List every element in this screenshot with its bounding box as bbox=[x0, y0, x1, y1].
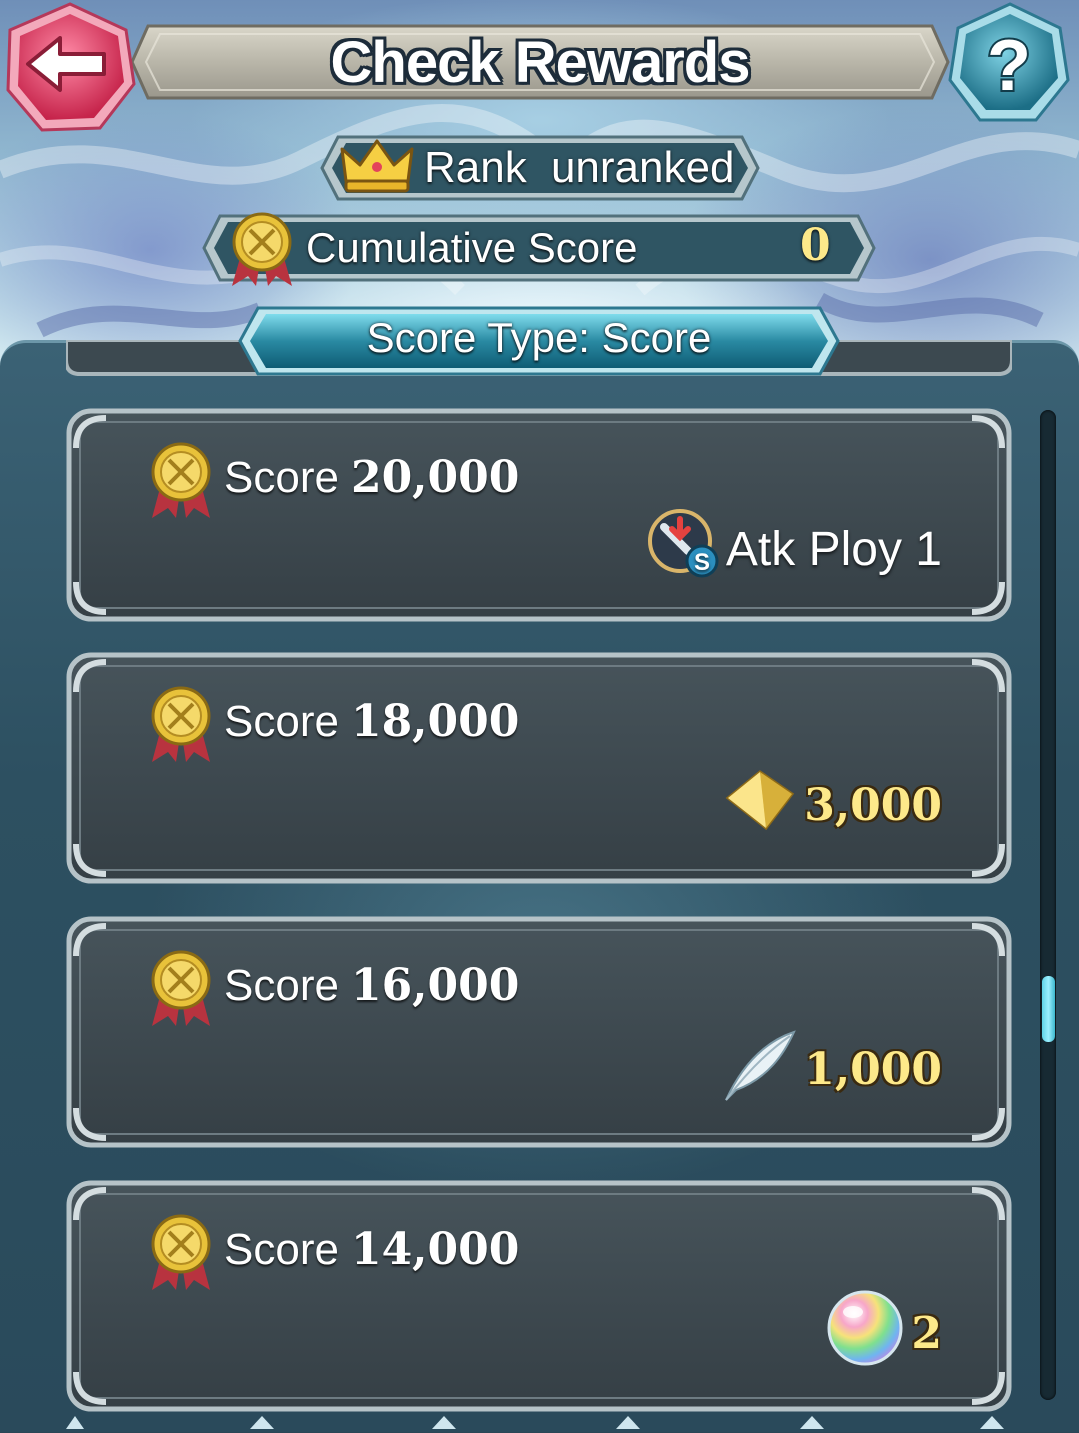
score-value: 16,000 bbox=[350, 960, 520, 1011]
rank-display: Rank unranked bbox=[318, 133, 762, 203]
score-medal-icon bbox=[232, 212, 292, 286]
reward-card: Score 18,000 3,000 bbox=[66, 652, 1012, 884]
title-banner: Check Rewards bbox=[130, 16, 950, 108]
gold-crystal-icon bbox=[722, 768, 798, 843]
skill-scroll-icon: S bbox=[646, 507, 720, 591]
cumulative-score-label: Cumulative Score bbox=[306, 224, 638, 271]
score-type-label: Score Type: Score bbox=[366, 314, 712, 361]
back-arrow-icon bbox=[6, 2, 136, 132]
score-threshold: Score 20,000 bbox=[224, 452, 519, 508]
score-medal-icon bbox=[151, 950, 211, 1026]
score-threshold: Score 14,000 bbox=[224, 1224, 519, 1280]
score-medal-icon bbox=[151, 1214, 211, 1290]
score-word: Score bbox=[224, 453, 339, 502]
reward-text: Atk Ploy 1 bbox=[725, 522, 942, 576]
page-title: Check Rewards bbox=[330, 29, 751, 95]
reward-card: Score 16,000 1,000 bbox=[66, 916, 1012, 1148]
help-button[interactable]: ? bbox=[944, 0, 1074, 126]
reward-text: 2 bbox=[911, 1307, 942, 1359]
cumulative-score-value: 0 bbox=[800, 220, 831, 271]
reward-item: 3,000 bbox=[722, 768, 942, 843]
question-icon: ? bbox=[948, 2, 1070, 122]
reward-item: S Atk Ploy 1 bbox=[646, 509, 942, 584]
reward-card: Score 20,000 S Atk Ploy 1 bbox=[66, 408, 1012, 622]
score-medal-icon bbox=[151, 442, 211, 518]
rank-label: Rank bbox=[424, 143, 527, 192]
score-threshold: Score 16,000 bbox=[224, 960, 519, 1016]
score-word: Score bbox=[224, 697, 339, 746]
reward-item: 2 bbox=[825, 1290, 942, 1368]
feather-icon bbox=[718, 1024, 798, 1115]
reward-text: 1,000 bbox=[804, 1043, 942, 1095]
back-button[interactable] bbox=[0, 0, 144, 140]
score-threshold: Score 18,000 bbox=[224, 696, 519, 752]
score-word: Score bbox=[224, 961, 339, 1010]
score-word: Score bbox=[224, 1225, 339, 1274]
crown-icon bbox=[340, 139, 414, 193]
svg-text:?: ? bbox=[987, 26, 1031, 106]
rank-value: unranked bbox=[550, 143, 735, 192]
scrollbar-thumb[interactable] bbox=[1042, 976, 1055, 1042]
score-medal-icon bbox=[151, 686, 211, 762]
reward-item: 1,000 bbox=[718, 1029, 942, 1104]
reward-card: Score 14,000 2 bbox=[66, 1180, 1012, 1412]
cumulative-score-display: Cumulative Score 0 bbox=[200, 212, 878, 286]
score-value: 18,000 bbox=[350, 696, 520, 747]
reward-text: 3,000 bbox=[804, 779, 942, 831]
rainbow-orb-icon bbox=[825, 1288, 905, 1379]
score-type-button[interactable]: Score Type: Score bbox=[236, 304, 842, 378]
bottom-decoration bbox=[0, 1414, 1079, 1429]
svg-text:S: S bbox=[694, 549, 710, 576]
score-value: 14,000 bbox=[350, 1224, 520, 1275]
scrollbar-track[interactable] bbox=[1040, 410, 1056, 1400]
score-value: 20,000 bbox=[350, 452, 520, 503]
